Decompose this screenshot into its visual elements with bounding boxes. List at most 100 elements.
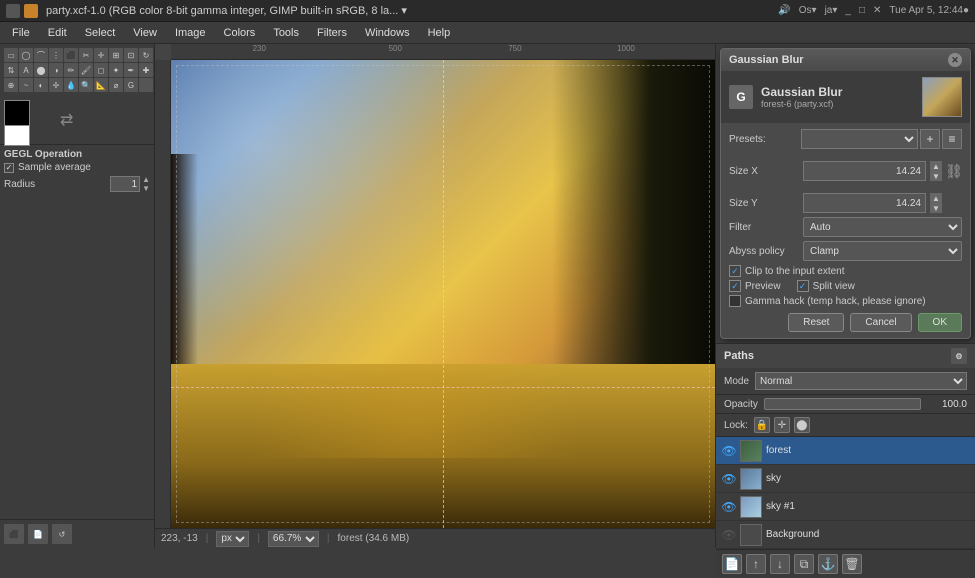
gamma-checkbox[interactable] — [729, 295, 741, 307]
split-checkbox[interactable]: ✓ — [797, 280, 809, 292]
tool-select-color[interactable]: ⬛ — [64, 48, 78, 62]
size-y-row: Size Y ▲ ▼ — [729, 193, 962, 213]
dialog-close-button[interactable]: ✕ — [948, 53, 962, 67]
paths-settings-icon[interactable]: ⚙ — [951, 348, 967, 364]
layer-visibility-bg[interactable]: 👁 — [722, 528, 736, 542]
tool-move[interactable]: ✛ — [94, 48, 108, 62]
layer-row[interactable]: 👁 Background — [716, 521, 975, 549]
maximize-icon[interactable]: □ — [859, 5, 865, 16]
lock-position-icon[interactable]: ✛ — [774, 417, 790, 433]
tool-flip[interactable]: ⇅ — [4, 63, 18, 77]
tool-path[interactable]: ✢ — [49, 78, 63, 92]
layer-row[interactable]: 👁 sky #1 — [716, 493, 975, 521]
tool-text[interactable]: A — [19, 63, 33, 77]
layer-row[interactable]: 👁 sky — [716, 465, 975, 493]
zoom-select[interactable]: 66.7% — [268, 531, 319, 547]
menu-colors[interactable]: Colors — [216, 25, 264, 41]
radius-spinner[interactable]: ▲▼ — [142, 175, 150, 193]
gegl-checkbox[interactable]: ✓ — [4, 163, 14, 173]
lower-layer-button[interactable]: ↓ — [770, 554, 790, 574]
delete-layer-button[interactable]: 🗑 — [842, 554, 862, 574]
lock-pixels-icon[interactable]: 🔒 — [754, 417, 770, 433]
tool-ellipse-select[interactable]: ◯ — [19, 48, 33, 62]
size-x-input[interactable] — [803, 161, 926, 181]
tool-align[interactable]: ⊞ — [109, 48, 123, 62]
filter-select[interactable]: Auto IIR RLE — [803, 217, 962, 237]
menu-help[interactable]: Help — [420, 25, 459, 41]
clip-checkbox[interactable]: ✓ — [729, 265, 741, 277]
tool-transform[interactable]: ↻ — [139, 48, 153, 62]
tool-warp[interactable]: ⌀ — [109, 78, 123, 92]
opacity-slider[interactable] — [764, 398, 921, 410]
tool-color-picker[interactable]: 💧 — [64, 78, 78, 92]
raise-layer-button[interactable]: ↑ — [746, 554, 766, 574]
preset-menu-button[interactable]: ≡ — [942, 129, 962, 149]
close-icon[interactable]: ✕ — [873, 5, 881, 16]
tool-zoom[interactable]: 🔍 — [79, 78, 93, 92]
tool-paintbrush[interactable]: 🖌 — [79, 63, 93, 77]
tool-gegl-op[interactable]: G — [124, 78, 138, 92]
tool-pencil[interactable]: ✏ — [64, 63, 78, 77]
tool-foot-1[interactable]: ⬛ — [4, 524, 24, 544]
lock-alpha-icon[interactable]: ⬤ — [794, 417, 810, 433]
tool-smudge[interactable]: ~ — [19, 78, 33, 92]
cancel-button[interactable]: Cancel — [850, 313, 911, 332]
canvas-container[interactable] — [171, 60, 715, 528]
layer-visibility-forest[interactable]: 👁 — [722, 444, 736, 458]
ok-button[interactable]: OK — [918, 313, 962, 332]
size-y-spinner[interactable]: ▲ ▼ — [930, 193, 942, 213]
presets-select[interactable] — [801, 129, 918, 149]
tool-heal[interactable]: ✚ — [139, 63, 153, 77]
menu-tools[interactable]: Tools — [265, 25, 307, 41]
unit-select[interactable]: px — [216, 531, 249, 547]
tool-foot-2[interactable]: 📄 — [28, 524, 48, 544]
tool-ink[interactable]: ✒ — [124, 63, 138, 77]
tool-measure[interactable]: 📐 — [94, 78, 108, 92]
reset-button[interactable]: Reset — [788, 313, 844, 332]
new-layer-button[interactable]: 📄 — [722, 554, 742, 574]
foreground-color[interactable] — [4, 100, 30, 126]
volume-icon: 🔊 — [778, 5, 790, 16]
menu-edit[interactable]: Edit — [40, 25, 75, 41]
mode-select[interactable]: Normal — [755, 372, 967, 390]
tool-spare[interactable] — [139, 78, 153, 92]
menu-filters[interactable]: Filters — [309, 25, 355, 41]
tool-rect-select[interactable]: ▭ — [4, 48, 18, 62]
radius-input[interactable] — [110, 176, 140, 192]
size-y-up[interactable]: ▲ — [930, 193, 942, 203]
preset-add-button[interactable]: + — [920, 129, 940, 149]
duplicate-layer-button[interactable]: ⧉ — [794, 554, 814, 574]
abyss-select[interactable]: Clamp None Loop — [803, 241, 962, 261]
ruler-mark-750: 750 — [508, 44, 521, 53]
tool-crop[interactable]: ⊡ — [124, 48, 138, 62]
chain-link-icon[interactable]: ⛓ — [946, 153, 962, 189]
tool-airbrush[interactable]: ✦ — [109, 63, 123, 77]
swap-colors-icon[interactable]: ⇄ — [60, 110, 73, 130]
tool-clone[interactable]: ⊕ — [4, 78, 18, 92]
menu-file[interactable]: File — [4, 25, 38, 41]
layer-visibility-sky1[interactable]: 👁 — [722, 500, 736, 514]
menu-image[interactable]: Image — [167, 25, 214, 41]
menu-view[interactable]: View — [125, 25, 165, 41]
tool-foot-3[interactable]: ↺ — [52, 524, 72, 544]
size-x-spinner[interactable]: ▲ ▼ — [930, 161, 942, 181]
datetime: Tue Apr 5, 12:44● — [889, 5, 969, 16]
tool-dodge-burn[interactable]: ◐ — [34, 78, 48, 92]
tool-fuzzy-select[interactable]: ⋮ — [49, 48, 63, 62]
preview-checkbox[interactable]: ✓ — [729, 280, 741, 292]
tool-eraser[interactable]: ◻ — [94, 63, 108, 77]
layer-row[interactable]: 👁 forest — [716, 437, 975, 465]
size-x-down[interactable]: ▼ — [930, 171, 942, 181]
tool-free-select[interactable]: ⌒ — [34, 48, 48, 62]
tool-blend[interactable]: ◑ — [49, 63, 63, 77]
minimize-icon[interactable]: _ — [845, 5, 851, 16]
tool-bucket-fill[interactable]: ⬤ — [34, 63, 48, 77]
size-y-down[interactable]: ▼ — [930, 203, 942, 213]
menu-windows[interactable]: Windows — [357, 25, 418, 41]
size-x-up[interactable]: ▲ — [930, 161, 942, 171]
anchor-layer-button[interactable]: ⚓ — [818, 554, 838, 574]
tool-scissors[interactable]: ✂ — [79, 48, 93, 62]
layer-visibility-sky[interactable]: 👁 — [722, 472, 736, 486]
size-y-input[interactable] — [803, 193, 926, 213]
menu-select[interactable]: Select — [77, 25, 124, 41]
